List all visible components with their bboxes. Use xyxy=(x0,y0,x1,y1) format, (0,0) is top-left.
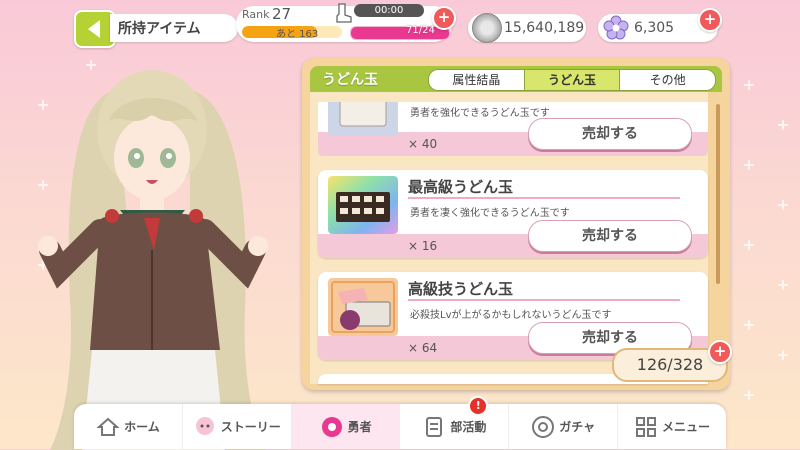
filter-tabs: 属性結晶 うどん玉 その他 xyxy=(428,69,716,91)
home-icon xyxy=(96,417,120,436)
character-illustration xyxy=(38,70,268,450)
list-scrollbar[interactable] xyxy=(716,104,720,284)
item-description: 勇者を強化できるうどん玉です xyxy=(410,108,550,119)
nav-home[interactable]: ホーム xyxy=(74,404,183,449)
item-description: 勇者を凄く強化できるうどん玉です xyxy=(410,208,570,219)
nav-label: ガチャ xyxy=(559,420,596,434)
filter-tab-udon[interactable]: うどん玉 xyxy=(524,70,621,90)
nav-label: ホーム xyxy=(124,420,160,434)
exp-remaining: あと 163 xyxy=(276,29,319,40)
bottom-nav: ホーム ストーリー 勇者 部活動 ! ガチャ メニュー xyxy=(74,396,726,449)
item-quantity: × 40 xyxy=(408,137,438,151)
nav-label: 部活動 xyxy=(450,420,487,434)
stamina-plus-button[interactable]: + xyxy=(432,6,456,30)
nav-story[interactable]: ストーリー xyxy=(183,404,292,449)
rank-value: 27 xyxy=(272,5,292,23)
sell-button[interactable]: 売却する xyxy=(528,118,692,150)
filter-tab-other[interactable]: その他 xyxy=(620,70,715,90)
nav-hero[interactable]: 勇者 xyxy=(291,404,401,449)
rank-label: Rank xyxy=(242,8,270,21)
nav-label: ストーリー xyxy=(220,420,281,434)
stamina-value: 71/24 xyxy=(406,25,435,36)
stamina-bar xyxy=(350,26,450,40)
club-icon xyxy=(426,416,443,437)
stamina-boot-icon xyxy=(336,3,352,23)
money-panel: 15,640,189 xyxy=(468,13,586,43)
nav-club[interactable]: 部活動 ! xyxy=(400,396,510,449)
nav-gacha[interactable]: ガチャ xyxy=(509,404,619,449)
category-label: うどん玉 xyxy=(322,72,378,88)
flower-gem-icon xyxy=(603,15,629,40)
menu-icon xyxy=(636,416,657,437)
item-name: 高級技うどん玉 xyxy=(408,280,514,298)
premium-udon-box-icon xyxy=(328,176,398,234)
nav-label: メニュー xyxy=(662,420,711,434)
gacha-icon xyxy=(532,415,555,438)
skill-udon-box-icon xyxy=(328,278,398,336)
back-arrow-icon xyxy=(87,20,100,38)
item-quantity: × 16 xyxy=(408,239,438,253)
sparkle-decoration-right xyxy=(742,40,762,440)
money-value: 15,640,189 xyxy=(504,20,585,36)
item-card: 高級技うどん玉 必殺技Lvが上がるかもしれないうどん玉です 売却する × 64 xyxy=(318,272,708,360)
notification-badge: ! xyxy=(468,396,489,416)
item-description: 必殺技Lvが上がるかもしれないうどん玉です xyxy=(410,310,612,321)
gem-plus-button[interactable]: + xyxy=(698,8,722,32)
sparkle-decoration-right-2 xyxy=(776,40,796,440)
item-divider xyxy=(408,299,680,301)
nav-menu[interactable]: メニュー xyxy=(618,404,726,449)
nav-label: 勇者 xyxy=(347,420,372,434)
sell-button[interactable]: 売却する xyxy=(528,220,692,252)
item-card: 最高級うどん玉 勇者を凄く強化できるうどん玉です 売却する × 16 xyxy=(318,170,708,258)
hero-icon xyxy=(321,416,342,437)
page-title: 所持アイテム xyxy=(110,14,238,42)
stamina-timer: 00:00 xyxy=(354,4,424,17)
item-name: 最高級うどん玉 xyxy=(408,178,514,196)
item-quantity: × 64 xyxy=(408,341,438,355)
item-divider xyxy=(408,197,680,199)
filter-tab-element-crystal[interactable]: 属性結晶 xyxy=(429,70,525,90)
gem-value: 6,305 xyxy=(634,20,675,36)
expand-storage-button[interactable]: + xyxy=(708,340,732,364)
story-icon xyxy=(195,416,214,435)
coin-icon xyxy=(472,13,502,43)
